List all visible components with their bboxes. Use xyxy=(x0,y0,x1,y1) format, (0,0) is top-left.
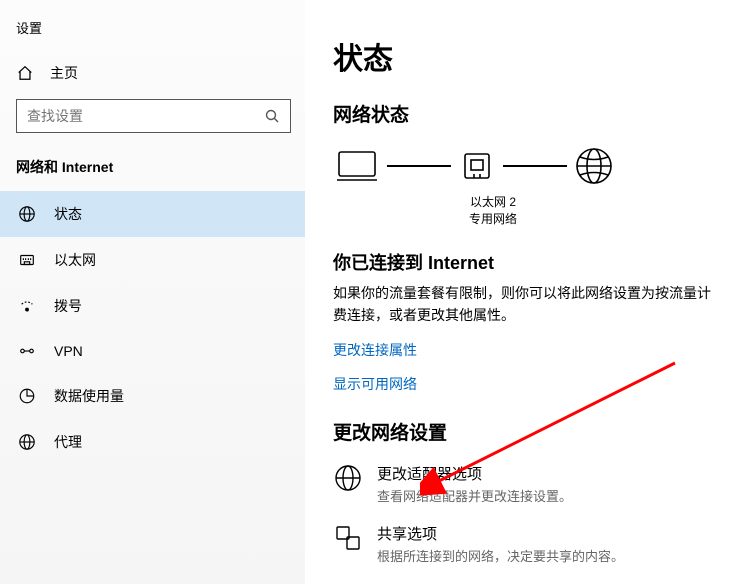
ethernet-icon xyxy=(18,251,36,269)
main-content: 状态 网络状态 以太网 2 专用网络 你已连接到 Internet 如果你的流量… xyxy=(305,0,730,584)
home-button[interactable]: 主页 xyxy=(0,53,305,93)
nav-label: 数据使用量 xyxy=(54,386,124,406)
home-icon xyxy=(16,64,34,82)
link-show-networks[interactable]: 显示可用网络 xyxy=(333,374,722,394)
dialup-icon xyxy=(18,297,36,315)
option-desc: 查看网络适配器并更改连接设置。 xyxy=(377,486,572,505)
ethernet-port-icon xyxy=(457,146,497,186)
data-usage-icon xyxy=(18,387,36,405)
sidebar: 设置 主页 网络和 Internet 状态 以 xyxy=(0,0,305,584)
option-title: 更改适配器选项 xyxy=(377,463,572,484)
page-title: 状态 xyxy=(333,34,722,78)
app-title: 设置 xyxy=(0,10,305,53)
vpn-icon xyxy=(18,342,36,360)
nav-item-status[interactable]: 状态 xyxy=(0,191,305,237)
computer-icon xyxy=(333,146,381,186)
connected-title: 你已连接到 Internet xyxy=(333,249,722,275)
nav-item-dialup[interactable]: 拨号 xyxy=(0,283,305,329)
nav-label: 拨号 xyxy=(54,296,82,316)
diagram-labels: 以太网 2 专用网络 xyxy=(333,193,653,227)
diagram-line xyxy=(387,165,451,167)
nav-item-data-usage[interactable]: 数据使用量 xyxy=(0,373,305,419)
sharing-icon xyxy=(333,523,363,553)
status-icon xyxy=(18,205,36,223)
change-settings-title: 更改网络设置 xyxy=(333,418,722,445)
proxy-icon xyxy=(18,433,36,451)
option-sharing[interactable]: 共享选项 根据所连接到的网络，决定要共享的内容。 xyxy=(333,523,722,565)
search-box[interactable] xyxy=(16,99,291,133)
nav-item-vpn[interactable]: VPN xyxy=(0,329,305,373)
section-title: 网络和 Internet xyxy=(0,151,305,191)
globe-icon xyxy=(573,145,615,187)
adapter-icon xyxy=(333,463,363,493)
nav-label: 状态 xyxy=(54,204,82,224)
option-adapter[interactable]: 更改适配器选项 查看网络适配器并更改连接设置。 xyxy=(333,463,722,505)
diagram-label-1: 以太网 2 xyxy=(333,193,653,210)
diagram-line xyxy=(503,165,567,167)
search-icon xyxy=(264,108,280,124)
nav-item-proxy[interactable]: 代理 xyxy=(0,419,305,465)
option-desc: 根据所连接到的网络，决定要共享的内容。 xyxy=(377,546,624,565)
nav-label: VPN xyxy=(54,343,83,359)
network-status-title: 网络状态 xyxy=(333,100,722,127)
diagram-label-2: 专用网络 xyxy=(333,210,653,227)
search-input[interactable] xyxy=(27,108,264,124)
nav-item-ethernet[interactable]: 以太网 xyxy=(0,237,305,283)
home-label: 主页 xyxy=(50,63,78,83)
nav-label: 代理 xyxy=(54,432,82,452)
connected-desc: 如果你的流量套餐有限制，则你可以将此网络设置为按流量计费连接，或者更改其他属性。 xyxy=(333,283,713,326)
network-diagram xyxy=(333,145,722,187)
link-change-connection[interactable]: 更改连接属性 xyxy=(333,340,722,360)
option-title: 共享选项 xyxy=(377,523,624,544)
nav-label: 以太网 xyxy=(54,250,96,270)
